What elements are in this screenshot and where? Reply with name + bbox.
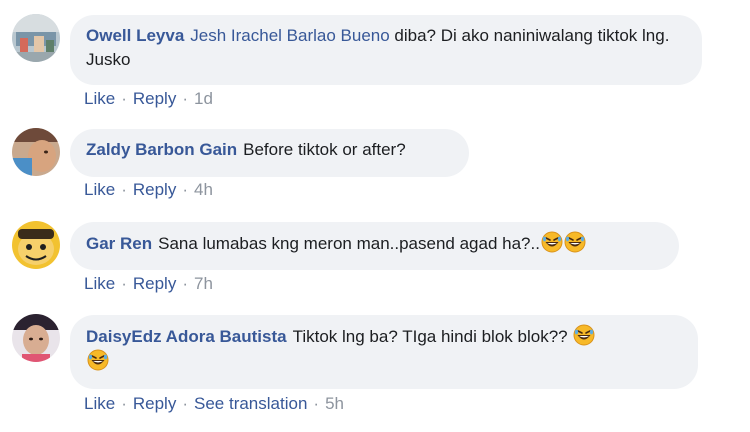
- timestamp[interactable]: 1d: [194, 89, 213, 108]
- separator: ·: [182, 180, 188, 199]
- rofl-emoji-icon: [541, 231, 563, 253]
- rofl-emoji-icon: [564, 231, 586, 253]
- timestamp[interactable]: 5h: [325, 394, 344, 413]
- timestamp[interactable]: 4h: [194, 180, 213, 199]
- separator: ·: [182, 89, 188, 108]
- comment-actions: Like · Reply · 4h: [84, 180, 213, 200]
- comment-author[interactable]: Gar Ren: [86, 234, 152, 253]
- comment-bubble: Gar Ren Sana lumabas kng meron man..pasen…: [70, 222, 679, 270]
- avatar-image: [12, 14, 60, 62]
- separator: ·: [182, 394, 188, 413]
- comment-actions: Like · Reply · See translation · 5h: [84, 394, 344, 414]
- comment-text: Before tiktok or after?: [243, 140, 406, 159]
- like-button[interactable]: Like: [84, 89, 115, 108]
- like-button[interactable]: Like: [84, 394, 115, 413]
- avatar-image: [12, 128, 60, 176]
- comment-text: Sana lumabas kng meron man..pasend agad …: [158, 234, 540, 253]
- separator: ·: [121, 89, 127, 108]
- avatar[interactable]: [12, 221, 60, 269]
- comment-actions: Like · Reply · 1d: [84, 89, 213, 109]
- timestamp[interactable]: 7h: [194, 274, 213, 293]
- reply-button[interactable]: Reply: [133, 180, 176, 199]
- comment-text: Tiktok lng ba? TIga hindi blok blok??: [292, 327, 568, 346]
- separator: ·: [313, 394, 320, 413]
- reply-button[interactable]: Reply: [133, 89, 176, 108]
- comment-author[interactable]: Owell Leyva: [86, 26, 184, 45]
- comment-actions: Like · Reply · 7h: [84, 274, 213, 294]
- avatar-image: [12, 221, 60, 269]
- avatar[interactable]: [12, 128, 60, 176]
- comment-bubble: Zaldy Barbon Gain Before tiktok or after?: [70, 129, 469, 177]
- avatar[interactable]: [12, 14, 60, 62]
- separator: ·: [182, 274, 188, 293]
- reply-button[interactable]: Reply: [133, 394, 176, 413]
- reply-button[interactable]: Reply: [133, 274, 176, 293]
- rofl-emoji-icon: [87, 349, 109, 371]
- separator: ·: [121, 274, 127, 293]
- comment-author[interactable]: DaisyEdz Adora Bautista: [86, 327, 287, 346]
- like-button[interactable]: Like: [84, 274, 115, 293]
- rofl-emoji-icon: [573, 324, 596, 346]
- comment-author[interactable]: Zaldy Barbon Gain: [86, 140, 237, 159]
- comment-bubble: Owell Leyva Jesh Irachel Barlao Bueno dib…: [70, 15, 702, 85]
- see-translation-link[interactable]: See translation: [194, 394, 307, 413]
- separator: ·: [121, 394, 127, 413]
- comment-bubble: DaisyEdz Adora Bautista Tiktok lng ba? TI…: [70, 315, 698, 389]
- avatar[interactable]: [12, 314, 60, 362]
- like-button[interactable]: Like: [84, 180, 115, 199]
- mention-link[interactable]: Jesh Irachel Barlao Bueno: [190, 26, 389, 45]
- avatar-image: [12, 314, 60, 362]
- separator: ·: [121, 180, 127, 199]
